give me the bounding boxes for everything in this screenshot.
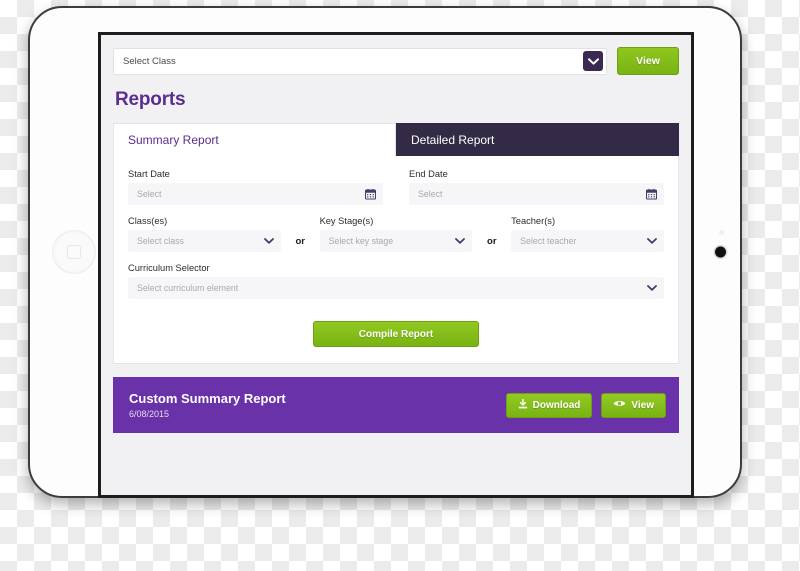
classes-label: Class(es)	[128, 216, 168, 226]
date-range-row: Start Date Select End Date Select	[128, 169, 664, 205]
key-stages-select[interactable]: Select key stage	[319, 230, 473, 252]
start-date-input[interactable]: Select	[128, 183, 383, 205]
view-button-label: View	[631, 399, 654, 411]
report-filters-card: Start Date Select End Date Select Class(…	[113, 156, 679, 364]
banner-actions: Download View	[505, 392, 666, 418]
class-select-dropdown[interactable]: Select Class	[113, 47, 607, 75]
banner-title: Custom Summary Report	[129, 391, 286, 407]
custom-summary-report-banner: Custom Summary Report 6/08/2015 Download	[113, 377, 679, 433]
chevron-down-icon[interactable]	[647, 238, 657, 244]
teachers-field-group: Teacher(s) Select teacher	[511, 216, 664, 252]
end-date-field-group: End Date Select	[409, 169, 664, 205]
classes-placeholder: Select class	[137, 236, 184, 246]
tablet-screen: Select Class View Reports Summary Report…	[98, 32, 694, 498]
key-stages-placeholder: Select key stage	[328, 236, 394, 246]
compile-button-wrap: Compile Report	[128, 321, 664, 347]
front-camera	[715, 246, 726, 258]
tab-detailed-report[interactable]: Detailed Report	[396, 123, 679, 156]
separator-or-2: or	[487, 236, 497, 247]
start-date-field-group: Start Date Select	[128, 169, 383, 205]
ambient-light-sensor	[719, 230, 724, 235]
curriculum-label: Curriculum Selector	[128, 263, 210, 273]
download-button[interactable]: Download	[505, 392, 593, 418]
curriculum-select[interactable]: Select curriculum element	[128, 277, 664, 299]
home-button-square-icon	[67, 245, 81, 259]
report-tabs: Summary Report Detailed Report	[113, 123, 679, 156]
end-date-input[interactable]: Select	[409, 183, 664, 205]
eye-icon	[613, 399, 626, 411]
download-button-label: Download	[532, 399, 581, 411]
scope-selectors-row: Class(es) Select class or Key Stage(s) S…	[128, 216, 664, 252]
banner-text-block: Custom Summary Report 6/08/2015	[129, 391, 286, 418]
curriculum-row: Curriculum Selector Select curriculum el…	[128, 263, 664, 299]
end-date-label: End Date	[409, 169, 448, 179]
calendar-icon[interactable]	[646, 188, 657, 200]
classes-select[interactable]: Select class	[128, 230, 281, 252]
tablet-device-frame: Select Class View Reports Summary Report…	[28, 6, 742, 498]
tab-summary-report[interactable]: Summary Report	[113, 123, 396, 156]
curriculum-placeholder: Select curriculum element	[137, 283, 239, 293]
top-class-selector-bar: Select Class View	[113, 47, 679, 75]
chevron-down-icon[interactable]	[263, 238, 274, 244]
view-report-button[interactable]: View	[601, 392, 666, 418]
download-icon	[518, 398, 528, 412]
end-date-placeholder: Select	[418, 189, 443, 199]
teachers-label: Teacher(s)	[511, 216, 556, 226]
teachers-placeholder: Select teacher	[520, 236, 577, 246]
banner-date: 6/08/2015	[129, 408, 170, 419]
key-stages-field-group: Key Stage(s) Select key stage	[319, 216, 473, 252]
teachers-select[interactable]: Select teacher	[511, 230, 664, 252]
separator-or-1: or	[295, 236, 305, 247]
home-button[interactable]	[52, 230, 96, 274]
class-select-placeholder: Select Class	[123, 55, 176, 67]
classes-field-group: Class(es) Select class	[128, 216, 281, 252]
key-stages-label: Key Stage(s)	[319, 216, 374, 226]
page-title: Reports	[115, 89, 186, 110]
start-date-placeholder: Select	[137, 189, 162, 199]
calendar-icon[interactable]	[365, 188, 376, 200]
start-date-label: Start Date	[128, 169, 170, 179]
chevron-down-icon[interactable]	[583, 51, 603, 71]
chevron-down-icon[interactable]	[647, 285, 657, 291]
reports-page: Select Class View Reports Summary Report…	[101, 35, 691, 495]
chevron-down-icon[interactable]	[455, 238, 466, 244]
top-view-button[interactable]: View	[617, 47, 679, 75]
compile-report-button[interactable]: Compile Report	[313, 321, 479, 347]
